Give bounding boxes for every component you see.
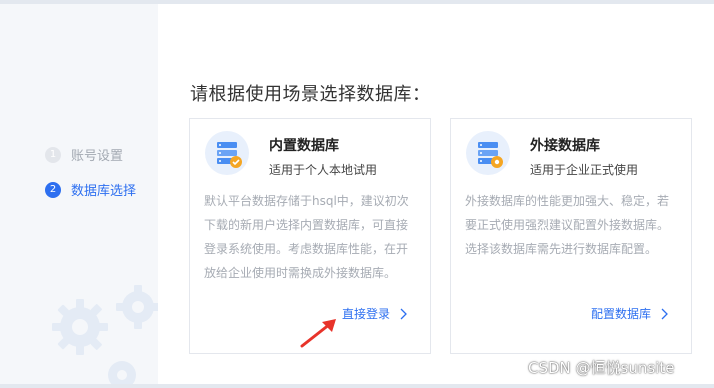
direct-login-link[interactable]: 直接登录 xyxy=(342,305,407,322)
page-title: 请根据使用场景选择数据库： xyxy=(190,84,431,105)
main-panel: 请根据使用场景选择数据库： 内置数据库 适用于个人本地试用 默认平台数据存储于h… xyxy=(158,4,714,384)
step-label: 数据库选择 xyxy=(71,184,137,199)
bottom-border xyxy=(0,384,714,388)
chevron-right-icon xyxy=(661,308,668,319)
gears-decoration-icon xyxy=(52,285,158,384)
card-subtitle: 适用于个人本地试用 xyxy=(269,163,378,177)
step-database-select[interactable]: 2 数据库选择 xyxy=(45,180,136,199)
description-line: 要正式使用强烈建议配置外接数据库。 xyxy=(465,218,670,232)
description-line: 下载的新用户选择内置数据库，可直接 xyxy=(204,218,409,232)
chevron-right-icon xyxy=(400,308,407,319)
sidebar: 1 账号设置 2 数据库选择 xyxy=(0,4,158,384)
card-description: 外接数据库的性能更加强大、稳定，若 要正式使用强烈建议配置外接数据库。 选择该数… xyxy=(465,189,683,261)
card-title: 外接数据库 xyxy=(530,138,600,154)
description-line: 默认平台数据存储于hsql中，建议初次 xyxy=(204,194,409,208)
card-description: 默认平台数据存储于hsql中，建议初次 下载的新用户选择内置数据库，可直接 登录… xyxy=(204,189,422,285)
link-label: 直接登录 xyxy=(342,307,391,321)
description-line: 放给企业使用时需换成外接数据库。 xyxy=(204,266,397,280)
annotation-arrow-icon xyxy=(300,319,336,348)
description-line: 登录系统使用。考虑数据库性能，在开 xyxy=(204,242,409,256)
step-number: 2 xyxy=(45,181,61,198)
database-check-icon xyxy=(205,131,249,175)
card-external-database[interactable]: 外接数据库 适用于企业正式使用 外接数据库的性能更加强大、稳定，若 要正式使用强… xyxy=(450,118,692,354)
step-label: 账号设置 xyxy=(71,149,124,164)
description-line: 外接数据库的性能更加强大、稳定，若 xyxy=(465,194,670,208)
step-number: 1 xyxy=(45,146,61,163)
card-subtitle: 适用于企业正式使用 xyxy=(530,163,639,177)
configure-database-link[interactable]: 配置数据库 xyxy=(591,305,668,322)
card-title: 内置数据库 xyxy=(269,138,339,154)
step-account-settings[interactable]: 1 账号设置 xyxy=(45,145,123,164)
link-label: 配置数据库 xyxy=(591,307,652,321)
database-gear-icon xyxy=(466,131,510,175)
watermark: CSDN @恒悦sunsite xyxy=(528,359,675,377)
description-line: 选择该数据库需先进行数据库配置。 xyxy=(465,242,658,256)
